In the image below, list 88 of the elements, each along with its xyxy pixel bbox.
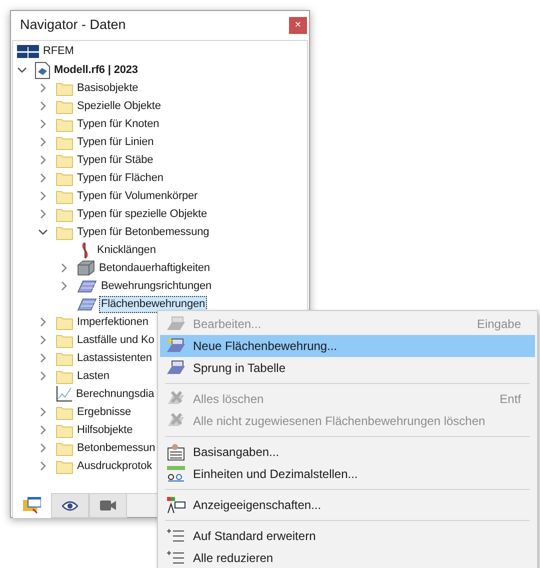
document-icon <box>35 62 50 78</box>
menu-item[interactable]: Einheiten und Dezimalstellen... <box>160 463 535 485</box>
tree-item[interactable]: Lasten <box>75 368 112 384</box>
eye-icon <box>62 500 78 510</box>
chevron-right-icon[interactable] <box>38 335 48 345</box>
folder-icon <box>56 224 73 240</box>
tree-item[interactable]: Betondauerhaftigkeiten <box>97 260 212 276</box>
chevron-right-icon[interactable] <box>38 371 48 381</box>
chevron-down-icon[interactable] <box>38 227 48 237</box>
flag-icon <box>17 44 39 58</box>
chevron-right-icon[interactable] <box>59 281 69 291</box>
menu-item[interactable]: Alle reduzieren <box>160 547 535 568</box>
folder-icon <box>56 80 73 96</box>
tree-item[interactable]: Imperfektionen <box>75 314 150 330</box>
chevron-right-icon[interactable] <box>38 407 48 417</box>
folder-icon <box>56 314 73 330</box>
chevron-right-icon[interactable] <box>38 317 48 327</box>
folder-icon <box>56 368 73 384</box>
folder-icon <box>56 152 73 168</box>
video-camera-icon <box>100 500 116 511</box>
folder-icon <box>56 116 73 132</box>
folder-icon <box>56 188 73 204</box>
chevron-right-icon[interactable] <box>38 353 48 363</box>
chevron-right-icon[interactable] <box>38 209 48 219</box>
settings-sheet-icon <box>166 443 186 461</box>
new-slab-icon <box>166 337 186 355</box>
tree-item[interactable]: Typen für spezielle Objekte <box>75 206 209 222</box>
tree-item[interactable]: Knicklängen <box>95 242 158 258</box>
chevron-right-icon[interactable] <box>59 263 69 273</box>
tree-item[interactable]: Modell.rf6 | 2023 <box>52 62 140 78</box>
chevron-down-icon[interactable] <box>17 65 27 75</box>
tree-item[interactable]: Hilfsobjekte <box>75 422 135 438</box>
folder-window-icon <box>23 497 41 514</box>
folder-icon <box>56 440 73 456</box>
block-icon <box>77 260 95 276</box>
window-title: Navigator - Daten <box>20 16 126 34</box>
chart-icon <box>56 386 72 402</box>
menu-item[interactable]: Auf Standard erweitern <box>160 525 535 547</box>
table-icon <box>166 359 186 377</box>
folder-icon <box>56 206 73 222</box>
chevron-right-icon[interactable] <box>38 425 48 435</box>
units-icon <box>166 465 186 483</box>
chevron-right-icon[interactable] <box>38 461 48 471</box>
tree-item[interactable]: Typen für Betonbemessung <box>75 224 212 240</box>
chevron-right-icon[interactable] <box>38 119 48 129</box>
menu-item[interactable]: Basisangaben... <box>160 441 535 463</box>
folder-icon <box>56 134 73 150</box>
chevron-right-icon[interactable] <box>38 443 48 453</box>
tree-item[interactable]: RFEM <box>41 42 76 60</box>
tree-item[interactable]: Bewehrungsrichtungen <box>99 278 214 294</box>
menu-item[interactable]: Sprung in Tabelle <box>160 357 535 379</box>
tree-item[interactable]: Spezielle Objekte <box>75 98 163 114</box>
chevron-right-icon[interactable] <box>38 173 48 183</box>
tree-item[interactable]: Berechnungsdia <box>74 386 156 402</box>
tree-item[interactable]: Betonbemessun <box>75 440 158 456</box>
chevron-right-icon[interactable] <box>38 101 48 111</box>
tree-item[interactable]: Lastassistenten <box>75 350 154 366</box>
tree-item[interactable]: Lastfälle und Ko <box>75 332 156 348</box>
folder-icon <box>56 422 73 438</box>
tree-item[interactable]: Flächenbewehrungen <box>99 296 207 312</box>
tree-item[interactable]: Typen für Flächen <box>75 170 166 186</box>
tree-item[interactable]: Typen für Linien <box>75 134 156 150</box>
folder-icon <box>56 98 73 114</box>
slab-icon <box>77 279 97 293</box>
menu-item[interactable]: Neue Flächenbewehrung... <box>160 335 535 357</box>
folder-icon <box>56 458 73 474</box>
folder-icon <box>56 350 73 366</box>
tree-item[interactable]: Ausdruckprotok <box>75 458 154 474</box>
tree-item[interactable]: Typen für Stäbe <box>75 152 156 168</box>
chevron-right-icon[interactable] <box>38 83 48 93</box>
tree-item[interactable]: Typen für Knoten <box>75 116 162 132</box>
panel-tab[interactable] <box>89 494 127 518</box>
folder-icon <box>56 404 73 420</box>
folder-icon <box>56 170 73 186</box>
edit-icon <box>166 315 186 333</box>
panel-tab[interactable] <box>13 493 51 518</box>
panel-tab[interactable] <box>51 494 89 518</box>
close-button[interactable]: × <box>289 17 307 34</box>
tree-item[interactable]: Ergebnisse <box>75 404 134 420</box>
tree-item[interactable]: Typen für Volumenkörper <box>75 188 200 204</box>
folder-icon <box>56 332 73 348</box>
chevron-right-icon[interactable] <box>38 191 48 201</box>
chevron-right-icon[interactable] <box>38 137 48 147</box>
chevron-right-icon[interactable] <box>38 155 48 165</box>
menu-item[interactable]: Anzeigeeigenschaften... <box>160 494 535 516</box>
slab-icon <box>77 297 97 311</box>
display-icon <box>166 496 186 514</box>
tree-item[interactable]: Basisobjekte <box>75 80 140 96</box>
